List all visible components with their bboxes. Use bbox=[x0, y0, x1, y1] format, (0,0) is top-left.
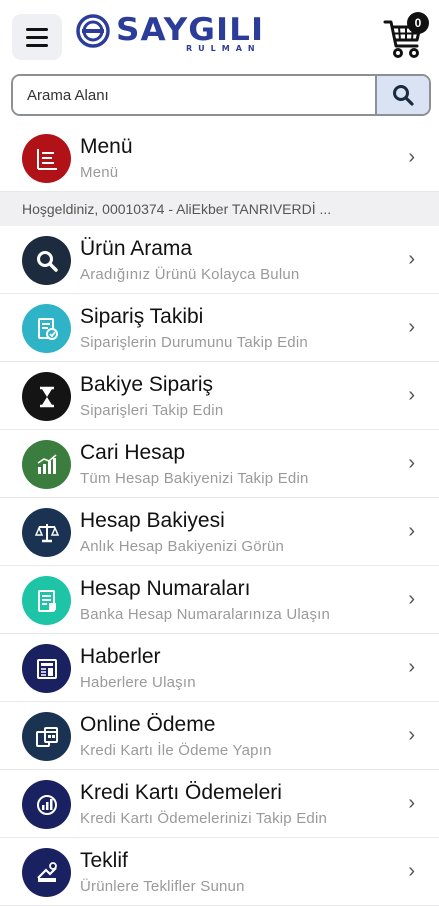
search-button[interactable] bbox=[375, 76, 429, 114]
chevron-right-icon: › bbox=[408, 792, 415, 814]
menu-item-siparis-takibi[interactable]: Sipariş Takibi Siparişlerin Durumunu Tak… bbox=[0, 294, 439, 362]
offer-icon bbox=[22, 848, 71, 897]
menu-list-icon bbox=[22, 134, 71, 183]
hamburger-line bbox=[26, 27, 48, 31]
menu-item-subtitle: Siparişleri Takip Edin bbox=[80, 402, 224, 419]
bar-chart-icon bbox=[22, 440, 71, 489]
menu-item-subtitle: Siparişlerin Durumunu Takip Edin bbox=[80, 334, 308, 351]
hamburger-menu-button[interactable] bbox=[12, 14, 62, 60]
menu-item-title: Cari Hesap bbox=[80, 441, 186, 464]
card-report-icon bbox=[22, 780, 71, 829]
menu-item-title: Teklif bbox=[80, 849, 128, 872]
chevron-right-icon: › bbox=[408, 452, 415, 474]
brand-name: SAYGILI bbox=[116, 12, 265, 48]
menu-item-subtitle: Ürünlere Teklifler Sunun bbox=[80, 878, 245, 895]
menu-item-urun-arama[interactable]: Ürün Arama Aradığınız Ürünü Kolayca Bulu… bbox=[0, 226, 439, 294]
search-input[interactable] bbox=[13, 76, 375, 114]
menu-item-haberler[interactable]: Haberler Haberlere Ulaşın › bbox=[0, 634, 439, 702]
newspaper-icon bbox=[22, 644, 71, 693]
menu-item-hesap-numaralari[interactable]: Hesap Numaraları Banka Hesap Numaraların… bbox=[0, 566, 439, 634]
menu-item-subtitle: Aradığınız Ürünü Kolayca Bulun bbox=[80, 266, 300, 283]
menu-item-kredi-karti-odemeleri[interactable]: Kredi Kartı Ödemeleri Kredi Kartı Ödemel… bbox=[0, 770, 439, 838]
chevron-right-icon: › bbox=[408, 384, 415, 406]
hamburger-line bbox=[26, 35, 48, 39]
order-tracking-icon bbox=[22, 304, 71, 353]
chevron-right-icon: › bbox=[408, 248, 415, 270]
menu-item-title: Sipariş Takibi bbox=[80, 305, 204, 328]
chevron-right-icon: › bbox=[408, 520, 415, 542]
brand-logo-mark bbox=[76, 14, 110, 48]
search-icon bbox=[22, 236, 71, 285]
bank-document-icon bbox=[22, 576, 71, 625]
hourglass-icon bbox=[22, 372, 71, 421]
app-header: SAYGILI RULMAN 0 bbox=[0, 0, 439, 70]
chevron-right-icon: › bbox=[408, 316, 415, 338]
menu-item-title: Menü bbox=[80, 135, 133, 158]
cart-count-badge: 0 bbox=[407, 12, 429, 34]
scale-icon bbox=[22, 508, 71, 557]
chevron-right-icon: › bbox=[408, 860, 415, 882]
menu-item-title: Ürün Arama bbox=[80, 237, 193, 260]
brand-logo: SAYGILI RULMAN bbox=[76, 12, 265, 62]
menu-item-menu[interactable]: Menü Menü › bbox=[0, 124, 439, 192]
menu-item-cari-hesap[interactable]: Cari Hesap Tüm Hesap Bakiyenizi Takip Ed… bbox=[0, 430, 439, 498]
chevron-right-icon: › bbox=[408, 724, 415, 746]
payment-icon bbox=[22, 712, 71, 761]
menu-item-title: Hesap Numaraları bbox=[80, 577, 251, 600]
menu-item-subtitle: Kredi Kartı Ödemelerinizi Takip Edin bbox=[80, 810, 328, 827]
menu-item-title: Hesap Bakiyesi bbox=[80, 509, 225, 532]
menu-item-subtitle: Menü bbox=[80, 164, 119, 181]
menu-item-subtitle: Tüm Hesap Bakiyenizi Takip Edin bbox=[80, 470, 309, 487]
cart-button[interactable]: 0 bbox=[383, 12, 429, 62]
menu-item-bakiye-siparis[interactable]: Bakiye Sipariş Siparişleri Takip Edin › bbox=[0, 362, 439, 430]
menu-item-title: Kredi Kartı Ödemeleri bbox=[80, 781, 282, 804]
main-menu-list: Menü Menü › Hoşgeldiniz, 00010374 - AliE… bbox=[0, 124, 439, 906]
hamburger-line bbox=[26, 43, 48, 47]
menu-item-teklif[interactable]: Teklif Ürünlere Teklifler Sunun › bbox=[0, 838, 439, 906]
chevron-right-icon: › bbox=[408, 146, 415, 168]
search-bar bbox=[11, 74, 431, 116]
menu-item-title: Online Ödeme bbox=[80, 713, 216, 736]
chevron-right-icon: › bbox=[408, 656, 415, 678]
menu-item-subtitle: Haberlere Ulaşın bbox=[80, 674, 196, 691]
menu-item-online-odeme[interactable]: Online Ödeme Kredi Kartı İle Ödeme Yapın… bbox=[0, 702, 439, 770]
menu-item-subtitle: Banka Hesap Numaralarınıza Ulaşın bbox=[80, 606, 331, 623]
menu-item-subtitle: Anlık Hesap Bakiyenizi Görün bbox=[80, 538, 285, 555]
welcome-message: Hoşgeldiniz, 00010374 - AliEkber TANRIVE… bbox=[0, 192, 439, 226]
menu-item-title: Bakiye Sipariş bbox=[80, 373, 214, 396]
menu-item-hesap-bakiyesi[interactable]: Hesap Bakiyesi Anlık Hesap Bakiyenizi Gö… bbox=[0, 498, 439, 566]
chevron-right-icon: › bbox=[408, 588, 415, 610]
menu-item-title: Haberler bbox=[80, 645, 161, 668]
search-icon bbox=[393, 85, 414, 106]
menu-item-subtitle: Kredi Kartı İle Ödeme Yapın bbox=[80, 742, 272, 759]
